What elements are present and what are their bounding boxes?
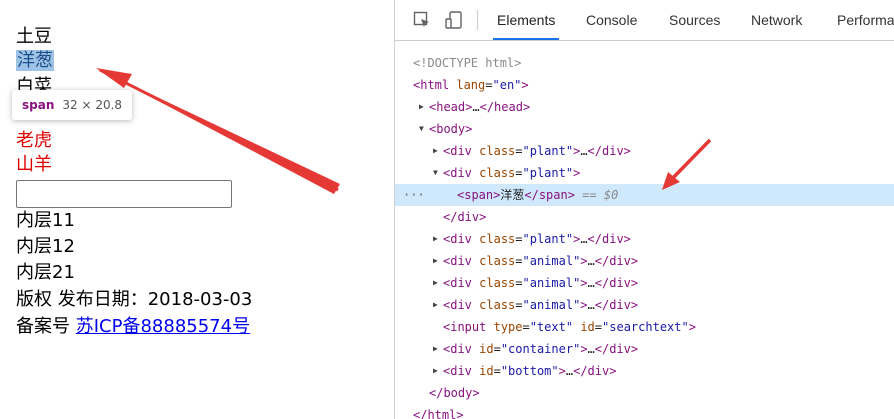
dom-node-html[interactable]: <html lang="en"> (395, 74, 894, 96)
dom-node-div-container[interactable]: ▶ <div id="container">…</div> (395, 338, 894, 360)
input-tag: <input type="text" id="searchtext"> (443, 320, 696, 334)
body-open-tag: <body> (429, 122, 473, 136)
record-link[interactable]: 苏ICP备88885574号 (76, 316, 250, 337)
html-open-tag: <html lang="en"> (413, 78, 529, 92)
doctype-text: <!DOCTYPE html> (413, 56, 522, 70)
expand-triangle-icon[interactable]: ▶ (433, 228, 438, 250)
expand-triangle-icon[interactable]: ▶ (433, 140, 438, 162)
tooltip-tag: span (22, 98, 55, 112)
dom-node-span-selected[interactable]: ··· <span>洋葱</span> == $0 (395, 184, 894, 206)
dom-node-div-close[interactable]: </div> (395, 206, 894, 228)
div-animal-tag: <div class="animal">…</div> (443, 276, 639, 290)
plant-item: 土豆 (16, 26, 52, 47)
tooltip-size: 32 × 20.8 (62, 98, 123, 112)
animal-item: 老虎 (16, 130, 52, 151)
highlighted-span[interactable]: 洋葱 (16, 50, 54, 71)
div-bottom-tag: <div id="bottom">…</div> (443, 364, 617, 378)
more-options-icon[interactable]: ··· (403, 184, 425, 206)
expand-triangle-icon[interactable]: ▶ (433, 294, 438, 316)
dom-node-head[interactable]: ▶ <head>…</head> (395, 96, 894, 118)
tab-performance[interactable]: Performa (837, 0, 894, 40)
expand-triangle-icon[interactable]: ▶ (433, 360, 438, 382)
collapse-triangle-icon[interactable]: ▼ (419, 118, 424, 140)
dom-node-html-close[interactable]: </html> (395, 404, 894, 419)
div-container-tag: <div id="container">…</div> (443, 342, 639, 356)
tab-network[interactable]: Network (751, 0, 802, 40)
dom-node-doctype[interactable]: <!DOCTYPE html> (395, 52, 894, 74)
dom-tree: <!DOCTYPE html> <html lang="en"> ▶ <head… (395, 52, 894, 419)
html-close-tag: </html> (413, 408, 464, 419)
dom-node-div-plant[interactable]: ▶ <div class="plant">…</div> (395, 228, 894, 250)
page-viewport: 土豆 洋葱 白菜 狮 老虎 山羊 内层11 内层12 内层21 版权 发布日期：… (0, 0, 393, 419)
dom-node-div-bottom[interactable]: ▶ <div id="bottom">…</div> (395, 360, 894, 382)
div-plant-tag: <div class="plant">…</div> (443, 232, 631, 246)
span-node-text: <span>洋葱</span> == $0 (457, 188, 619, 202)
div-close-tag: </div> (443, 210, 487, 224)
inspect-element-icon[interactable] (413, 11, 431, 29)
record-label: 备案号 (16, 316, 76, 337)
div-animal-tag: <div class="animal">…</div> (443, 254, 639, 268)
devtools-tabbar: Elements Console Sources Network Perform… (395, 0, 894, 41)
devtools-panel: Elements Console Sources Network Perform… (394, 0, 894, 419)
dom-node-input[interactable]: <input type="text" id="searchtext"> (395, 316, 894, 338)
dom-node-div-plant[interactable]: ▶ <div class="plant">…</div> (395, 140, 894, 162)
body-close-tag: </body> (429, 386, 480, 400)
expand-triangle-icon[interactable]: ▶ (433, 338, 438, 360)
toolbar-divider (477, 10, 478, 30)
dom-node-div-animal[interactable]: ▶ <div class="animal">…</div> (395, 250, 894, 272)
tab-elements[interactable]: Elements (492, 0, 560, 40)
dom-node-div-animal[interactable]: ▶ <div class="animal">…</div> (395, 272, 894, 294)
expand-triangle-icon[interactable]: ▶ (433, 272, 438, 294)
expand-triangle-icon[interactable]: ▶ (433, 250, 438, 272)
div-plant-open-tag: <div class="plant"> (443, 166, 581, 180)
dom-node-div-plant-expanded[interactable]: ▼ <div class="plant"> (395, 162, 894, 184)
element-size-tooltip: span 32 × 20.8 (12, 90, 133, 120)
container-item: 内层12 (16, 236, 75, 257)
search-text-input[interactable] (16, 180, 232, 208)
container-item: 内层21 (16, 262, 75, 283)
tab-console[interactable]: Console (586, 0, 637, 40)
div-animal-tag: <div class="animal">…</div> (443, 298, 639, 312)
device-toolbar-icon[interactable] (445, 11, 463, 29)
expand-triangle-icon[interactable]: ▶ (419, 96, 424, 118)
div-plant-tag: <div class="plant">…</div> (443, 144, 631, 158)
head-node-text: <head>…</head> (429, 100, 531, 114)
animal-item: 山羊 (16, 154, 52, 175)
dom-node-body[interactable]: ▼ <body> (395, 118, 894, 140)
container-item: 内层11 (16, 210, 75, 231)
dom-node-body-close[interactable]: </body> (395, 382, 894, 404)
collapse-triangle-icon[interactable]: ▼ (433, 162, 438, 184)
plant-item-selected[interactable]: 洋葱 (16, 48, 54, 74)
copyright-text: 版权 发布日期：2018-03-03 (16, 289, 253, 310)
record-line: 备案号 苏ICP备88885574号 (16, 314, 250, 340)
dom-node-div-animal[interactable]: ▶ <div class="animal">…</div> (395, 294, 894, 316)
tab-sources[interactable]: Sources (669, 0, 720, 40)
